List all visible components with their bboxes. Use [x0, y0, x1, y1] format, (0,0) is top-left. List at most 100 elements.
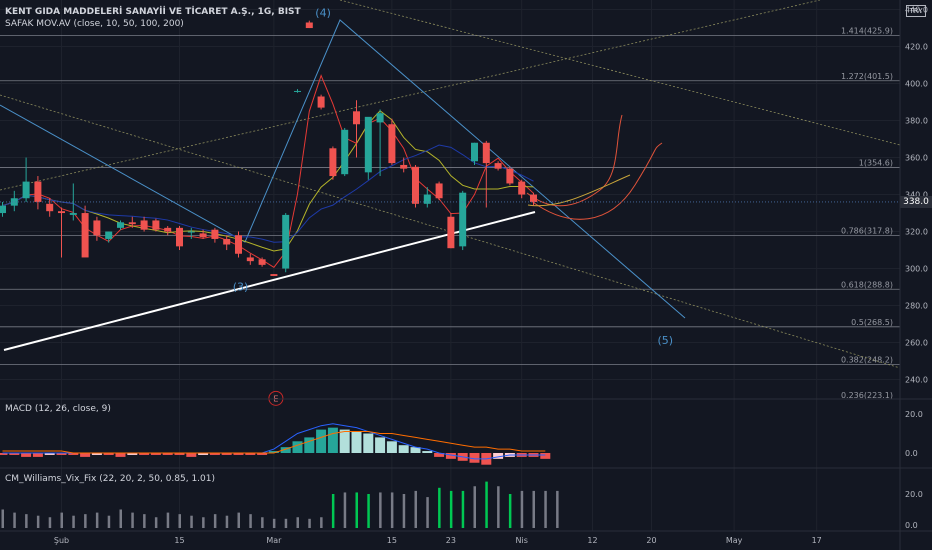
macd-legend: MACD (12, 26, close, 9)	[5, 404, 111, 414]
y-tick-label: 360.0	[905, 154, 928, 163]
vix-bar	[119, 509, 122, 528]
candle-body	[494, 163, 502, 169]
candle-body	[400, 164, 408, 169]
candle-body	[46, 203, 54, 212]
projection-path-1	[526, 114, 623, 207]
macd-histogram-bar	[32, 453, 43, 457]
vix-bar	[331, 494, 335, 528]
vix-bar	[284, 518, 288, 528]
candle-body	[176, 227, 183, 247]
vix-bar	[473, 486, 476, 528]
vix-bar	[225, 515, 229, 528]
symbol-title-text: KENT GIDA MADDELERİ SANAYİİ VE TİCARET A…	[5, 7, 301, 17]
vix-bar	[1, 509, 4, 528]
candle-body	[105, 231, 113, 239]
macd-histogram-bar	[21, 453, 32, 457]
fib-level-label: 0.382(248.2)	[841, 355, 893, 364]
candle-body	[459, 192, 467, 247]
projection-path-2	[529, 142, 663, 220]
candle-body	[341, 129, 349, 175]
vix-bar	[449, 490, 453, 528]
vix-bar	[414, 490, 417, 528]
vix-bar	[379, 492, 382, 528]
vix-y-tick: 20.0	[905, 490, 923, 499]
wave-label: (4)	[315, 7, 331, 20]
y-tick-label: 380.0	[905, 117, 928, 126]
trend-lines	[0, 0, 901, 369]
macd-histogram-bar	[422, 451, 433, 453]
x-tick-label: 12	[587, 536, 597, 545]
candle-body	[329, 148, 337, 177]
macd-histogram-bar	[363, 433, 374, 453]
candle-body	[317, 96, 325, 108]
chart-canvas[interactable]: 1.414(425.9) 1.272(401.5) 1(354.6) 0.786(31…	[0, 0, 932, 550]
vix-bar	[320, 517, 323, 528]
candle-body	[305, 22, 313, 29]
vix-bar	[60, 512, 63, 528]
macd-histogram-bar	[386, 441, 397, 453]
macd-histogram-bar	[80, 453, 91, 457]
candlestick-series	[0, 20, 900, 276]
vix-bar	[36, 515, 40, 528]
candle-body	[353, 111, 360, 125]
vix-bar	[426, 497, 429, 528]
y-tick-label: 300.0	[905, 265, 928, 274]
candle-body	[164, 227, 172, 232]
vix-bar	[544, 490, 547, 528]
vix-bar	[390, 492, 394, 528]
vix-bar	[25, 514, 28, 528]
vix-bar	[461, 490, 465, 528]
candle-body	[471, 142, 478, 162]
vix-bar	[143, 514, 146, 528]
x-tick-label: 23	[446, 536, 456, 545]
macd-histogram-bar	[316, 429, 327, 453]
vix-bar	[249, 514, 252, 528]
vix-bar	[343, 492, 347, 528]
vix-bar	[95, 512, 99, 528]
candle-body	[388, 124, 396, 164]
fib-level-label: 1.414(425.9)	[841, 27, 893, 36]
vix-bar	[202, 517, 205, 528]
vix-fix-pane	[1, 481, 559, 528]
candle-body	[447, 216, 455, 249]
vix-bar	[84, 514, 87, 528]
candle-body	[93, 220, 101, 236]
x-tick-label: 15	[387, 536, 397, 545]
vix-bar	[497, 486, 500, 528]
symbol-title: KENT GIDA MADDELERİ SANAYİİ VE TİCARET A…	[5, 7, 301, 17]
candle-body	[211, 229, 219, 239]
macd-pane	[0, 423, 551, 465]
vix-bar	[308, 518, 311, 528]
candle-body	[282, 214, 290, 269]
vix-y-tick: 0.0	[905, 521, 918, 530]
candle-body	[117, 222, 124, 228]
candle-body	[376, 113, 384, 123]
candle-body	[482, 142, 490, 164]
macd-histogram-bar	[115, 453, 126, 457]
indicator-legend: SAFAK MOV.AV (close, 10, 50, 100, 200)	[5, 19, 184, 29]
currency-badge[interactable]: TRY	[906, 5, 926, 17]
candle-body	[223, 238, 231, 245]
candle-body	[152, 220, 160, 230]
vix-bar	[48, 517, 52, 528]
candle-body	[199, 233, 207, 238]
y-tick-label: 320.0	[905, 228, 928, 237]
vix-bar	[154, 517, 158, 528]
projection-path-3	[527, 174, 631, 207]
vix-bar	[261, 517, 264, 528]
wave-label: (5)	[658, 334, 674, 347]
candle-body	[34, 181, 42, 202]
macd-histogram-bar	[339, 429, 350, 453]
macd-histogram-bar	[375, 437, 386, 453]
candle-body	[187, 231, 195, 233]
vix-bar	[520, 490, 524, 528]
vix-bar	[367, 494, 370, 528]
vix-bar	[107, 515, 111, 528]
fib-level-label: 1(354.6)	[859, 159, 893, 168]
y-tick-label: 280.0	[905, 302, 928, 311]
candle-body	[128, 222, 136, 225]
x-tick-label: May	[726, 536, 743, 545]
y-tick-label: 400.0	[905, 80, 928, 89]
macd-histogram-bar	[398, 445, 409, 453]
y-tick-label: 240.0	[905, 376, 928, 385]
